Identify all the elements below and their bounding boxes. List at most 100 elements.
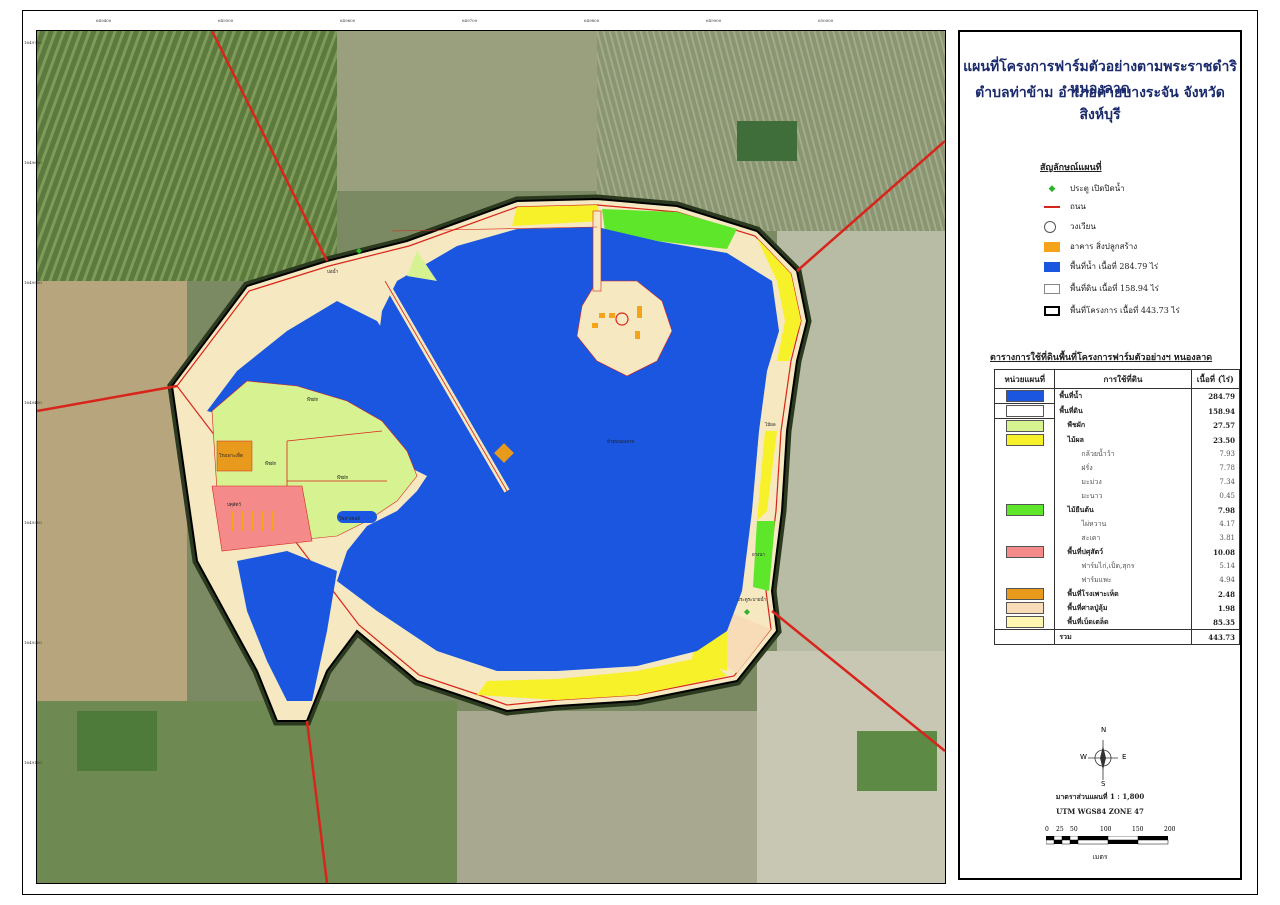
land-use-name: ฟาร์มแพะ — [1054, 573, 1192, 587]
field-w — [37, 281, 187, 701]
scale-tick: 150 — [1132, 826, 1144, 833]
land-use-name: มะม่วง — [1054, 475, 1192, 489]
building-icon — [1044, 241, 1060, 252]
label-vegetable-a: พืชผัก — [307, 396, 319, 403]
table-row: มะม่วง 7.34 — [993, 475, 1241, 489]
land-use-area: 2.48 — [1190, 587, 1241, 601]
map-subtitle: ตำบลท่าข้าม อำเภอค่ายบางระจัน จังหวัดสิง… — [975, 85, 1225, 123]
label-lake: ห้วยหนองลาด — [607, 439, 634, 445]
scale-tick: 25 — [1056, 826, 1064, 833]
table-header: เนื้อที่ (ไร่) — [1190, 369, 1241, 389]
land-use-name: พื้นที่ปศุสัตว์ — [1054, 545, 1192, 559]
color-swatch — [1005, 588, 1044, 600]
table-row: ไม้ยืนต้น 7.98 — [993, 503, 1241, 517]
scale-ratio: มาตราส่วนแผนที่ 1 : 1,800 — [1055, 792, 1145, 801]
table-row: พื้นที่โรงเพาะเห็ด 2.48 — [993, 587, 1241, 601]
total-value: 443.73 — [1190, 629, 1241, 645]
boundary-swatch-icon — [1044, 305, 1060, 316]
land-use-area: 4.94 — [1190, 573, 1241, 587]
table-row: กล้วยน้ำว้า 7.93 — [993, 447, 1241, 461]
compass-s: S — [1101, 780, 1106, 788]
top-tick: 650000 — [818, 18, 834, 23]
water-swatch-icon — [1044, 261, 1060, 272]
left-tick: 1649200 — [24, 640, 42, 645]
total-label: รวม — [1054, 629, 1192, 645]
color-swatch — [1005, 405, 1044, 417]
color-swatch — [1005, 546, 1044, 558]
legend-label: พื้นที่โครงการ เนื้อที่ 443.73 ไร่ — [1070, 306, 1180, 315]
field-n — [337, 31, 597, 191]
circle-icon — [1044, 220, 1056, 233]
color-swatch — [1005, 616, 1044, 628]
land-use-name: ไม้ยืนต้น — [1054, 503, 1192, 517]
compass-w: W — [1080, 753, 1087, 761]
land-use-name: ไผ่หวาน — [1054, 517, 1192, 531]
table-row: ไผ่หวาน 4.17 — [993, 517, 1241, 531]
land-use-area: 3.81 — [1190, 531, 1241, 545]
land-use-area: 0.45 — [1190, 489, 1241, 503]
table-row: พื้นที่เบ็ดเตล็ด 85.35 — [993, 615, 1241, 630]
left-tick: 1649100 — [24, 760, 42, 765]
scale-unit: เมตร — [1092, 853, 1108, 861]
color-swatch — [1005, 390, 1044, 402]
top-tick: 649400 — [96, 18, 112, 23]
color-swatch — [1005, 602, 1044, 614]
color-swatch — [1005, 420, 1044, 432]
map-svg: ห้วยหนองลาด บ่อน้ำ พืชผัก พืชผัก พืชผัก … — [37, 31, 945, 883]
land-use-area: 27.57 — [1190, 418, 1241, 433]
table-header: หน่วยแผนที่ — [993, 369, 1056, 389]
scale-tick: 100 — [1100, 826, 1112, 833]
legend-label: พื้นที่น้ำ เนื้อที่ 284.79 ไร่ — [1070, 262, 1159, 271]
land-use-area: 1.98 — [1190, 601, 1241, 615]
land-use-area: 4.17 — [1190, 517, 1241, 531]
green-diamond-icon: ◆ — [1048, 183, 1056, 194]
left-tick: 1649600 — [24, 160, 42, 165]
legend-item-gate: ◆ ประตู เปิดปิดน้ำ — [1044, 182, 1125, 195]
land-use-area: 7.34 — [1190, 475, 1241, 489]
table-row: พืชผัก 27.57 — [993, 418, 1241, 433]
legend-item-road: ถนน — [1044, 200, 1086, 213]
table-row: พื้นที่ศาลปู่ลุ้ม 1.98 — [993, 601, 1241, 615]
land-use-area: 284.79 — [1190, 388, 1241, 404]
table-title: ตารางการใช้ที่ดินพื้นที่โครงการฟาร์มตัวอ… — [990, 353, 1213, 363]
land-use-table: หน่วยแผนที่ การใช้ที่ดิน เนื้อที่ (ไร่) … — [993, 369, 1241, 645]
legend-item-water: พื้นที่น้ำ เนื้อที่ 284.79 ไร่ — [1044, 260, 1158, 273]
table-row: ฟาร์มแพะ 4.94 — [993, 573, 1241, 587]
left-tick: 1649700 — [24, 40, 42, 45]
legend-heading: สัญลักษณ์แผนที่ — [1040, 163, 1102, 173]
top-tick: 649900 — [706, 18, 722, 23]
land-use-area: 85.35 — [1190, 615, 1241, 630]
color-swatch — [1005, 434, 1044, 446]
left-tick: 1649500 — [24, 280, 42, 285]
label-solar: โซล่าเซลล์ — [339, 515, 360, 522]
table-row: พื้นที่น้ำ 284.79 — [993, 388, 1241, 404]
scale-tick: 200 — [1164, 826, 1176, 833]
table-row: มะนาว 0.45 — [993, 489, 1241, 503]
map-area[interactable]: ห้วยหนองลาด บ่อน้ำ พืชผัก พืชผัก พืชผัก … — [36, 30, 946, 884]
scale-projection: UTM WGS84 ZONE 47 — [1056, 807, 1144, 816]
top-tick: 649600 — [340, 18, 356, 23]
land-use-name: ฟาร์มไก่,เป็ด,สุกร — [1054, 559, 1192, 573]
legend-label: อาคาร สิ่งปลูกสร้าง — [1070, 242, 1138, 251]
land-use-area: 7.78 — [1190, 461, 1241, 475]
label-vegetable-b: พืชผัก — [265, 460, 277, 467]
table-row: พื้นที่ดิน 158.94 — [993, 403, 1241, 419]
table-row: ไม้ผล 23.50 — [993, 433, 1241, 447]
land-use-name: กล้วยน้ำว้า — [1054, 447, 1192, 461]
land-use-name: สะเดา — [1054, 531, 1192, 545]
land-use-name: พื้นที่โรงเพาะเห็ด — [1054, 587, 1192, 601]
label-gate: ประตูระบายน้ำ — [737, 596, 767, 603]
scale-tick: 50 — [1070, 826, 1078, 833]
land-use-area: 5.14 — [1190, 559, 1241, 573]
top-tick: 649700 — [462, 18, 478, 23]
label-perennial-e: ยางนา — [752, 553, 765, 558]
legend-item-building: อาคาร สิ่งปลูกสร้าง — [1044, 240, 1137, 253]
table-header: การใช้ที่ดิน — [1054, 369, 1192, 389]
road-line-icon — [1044, 205, 1060, 208]
land-use-area: 7.93 — [1190, 447, 1241, 461]
field-nw — [37, 31, 337, 281]
table-row: สะเดา 3.81 — [993, 531, 1241, 545]
land-use-name: พื้นที่ดิน — [1054, 403, 1192, 419]
land-use-name: พื้นที่เบ็ดเตล็ด — [1054, 615, 1192, 630]
table-row: ฝรั่ง 7.78 — [993, 461, 1241, 475]
